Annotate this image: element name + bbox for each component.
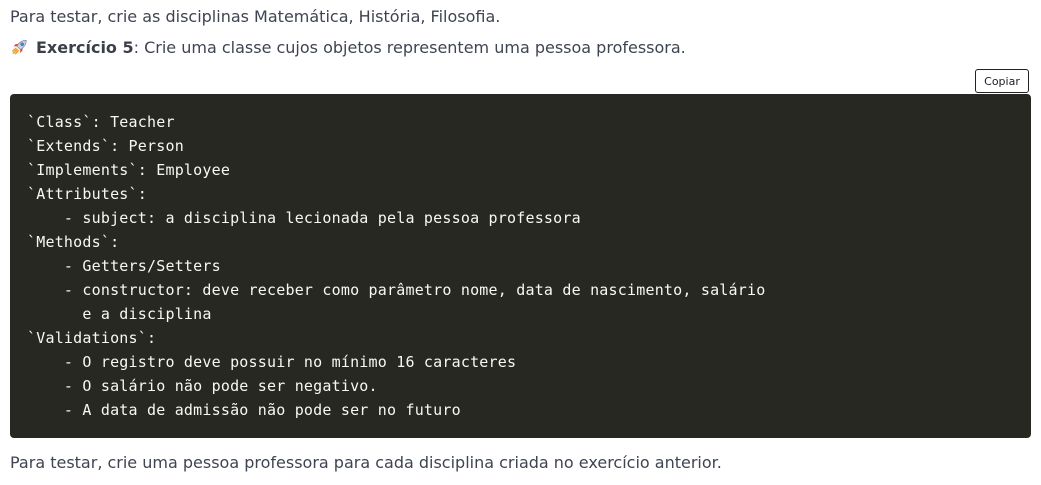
code-line: - subject: a disciplina lecionada pela p… [27, 209, 581, 227]
code-line: `Extends`: Person [27, 137, 184, 155]
code-line: e a disciplina [27, 305, 212, 323]
code-line: `Class`: Teacher [27, 113, 175, 131]
rocket-icon [12, 39, 27, 55]
code-line: - A data de admissão não pode ser no fut… [27, 401, 461, 419]
code-line: - O registro deve possuir no mínimo 16 c… [27, 353, 517, 371]
copy-button[interactable]: Copiar [975, 69, 1029, 93]
exercise-description: : Crie uma classe cujos objetos represen… [133, 38, 686, 57]
code-block: `Class`: Teacher `Extends`: Person `Impl… [10, 94, 1031, 438]
code-line: - O salário não pode ser negativo. [27, 377, 378, 395]
code-line: - Getters/Setters [27, 257, 221, 275]
exercise-title: Exercício 5 [36, 38, 134, 57]
outro-paragraph: Para testar, crie uma pessoa professora … [10, 453, 722, 472]
exercise-heading: Exercício 5: Crie uma classe cujos objet… [10, 38, 686, 58]
code-line: - constructor: deve receber como parâmet… [27, 281, 766, 299]
intro-paragraph: Para testar, crie as disciplinas Matemát… [10, 7, 501, 26]
code-line: `Attributes`: [27, 185, 147, 203]
code-line: `Implements`: Employee [27, 161, 231, 179]
code-line: `Validations`: [27, 329, 157, 347]
code-line: `Methods`: [27, 233, 120, 251]
